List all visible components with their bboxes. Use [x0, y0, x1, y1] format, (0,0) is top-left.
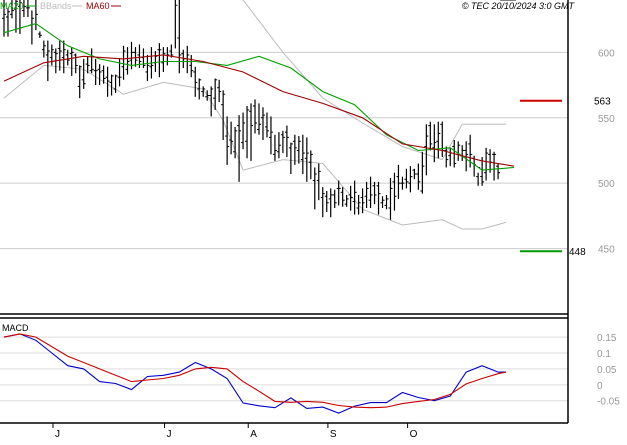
macd-tick-label: -0.05: [597, 397, 620, 408]
macd-tick-label: 0: [597, 381, 603, 392]
price-panel-bg: [0, 0, 568, 314]
legend-bbands: BBands: [40, 1, 72, 11]
price-level-label: 448: [569, 247, 586, 258]
copyright-text: © TEC 20/10/2024 3:0 GMT: [462, 1, 576, 11]
price-tick-label: 450: [598, 245, 615, 256]
x-tick-label: A: [250, 429, 257, 440]
x-tick-label: O: [410, 429, 418, 440]
macd-panel-title: MACD: [2, 323, 29, 333]
price-tick-label: 600: [598, 48, 615, 59]
x-tick-label: J: [55, 429, 60, 440]
stock-chart: 563 448 600 550 500 450 0.15 0.1 0.05 0 -0.05 J J A S…: [0, 0, 627, 440]
chart-canvas: 563 448 600 550 500 450 0.15 0.1 0.05 0 -0.05 J J A S…: [0, 0, 620, 440]
x-tick-label: S: [330, 429, 337, 440]
legend-ma60: MA60: [86, 1, 110, 11]
macd-tick-label: 0.1: [597, 349, 611, 360]
macd-tick-label: 0.05: [597, 365, 617, 376]
macd-tick-label: 0.15: [597, 333, 617, 344]
price-tick-label: 550: [598, 114, 615, 125]
x-tick-label: J: [167, 429, 172, 440]
legend-ma20: MA20: [0, 1, 24, 11]
price-tick-label: 500: [598, 179, 615, 190]
price-level-label: 563: [594, 97, 611, 108]
